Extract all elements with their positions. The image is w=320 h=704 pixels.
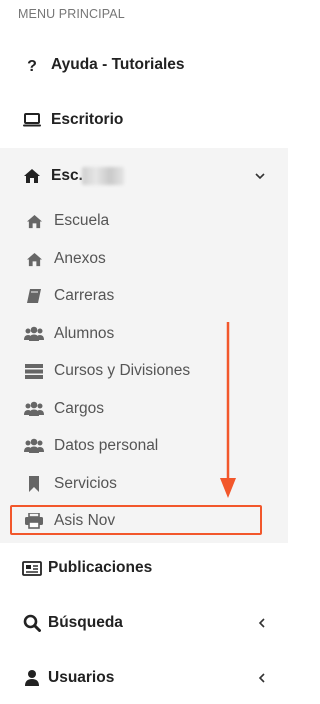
- submenu-item-servicios[interactable]: Servicios: [0, 466, 288, 502]
- nav-item-busqueda[interactable]: Búsqueda: [0, 597, 288, 649]
- question-icon: ?: [21, 55, 43, 75]
- laptop-icon: [21, 110, 43, 130]
- nav-item-label: Publicaciones: [48, 559, 153, 576]
- chevron-left-icon: [258, 672, 266, 684]
- nav-item-usuarios[interactable]: Usuarios: [0, 652, 288, 704]
- submenu-item-label: Escuela: [54, 212, 110, 229]
- annotation-arrow: [220, 322, 236, 498]
- submenu-item-label: Datos personal: [54, 437, 159, 454]
- submenu-item-datos-personal[interactable]: Datos personal: [0, 428, 288, 464]
- submenu-item-carreras[interactable]: Carreras: [0, 278, 288, 314]
- submenu-item-label: Cargos: [54, 400, 104, 417]
- nav-item-label: Búsqueda: [48, 614, 123, 631]
- nav-item-label: Ayuda - Tutoriales: [51, 56, 185, 73]
- submenu-item-alumnos[interactable]: Alumnos: [0, 316, 288, 352]
- chevron-left-icon: [258, 617, 266, 629]
- home-icon: [23, 211, 45, 231]
- svg-text:?: ?: [27, 58, 37, 73]
- nav-item-publicaciones[interactable]: Publicaciones: [0, 542, 288, 594]
- users-icon: [23, 399, 45, 419]
- highlight-box: [10, 505, 262, 535]
- menu-header: MENU PRINCIPAL: [18, 7, 125, 21]
- nav-item-label: Esc.: [51, 167, 83, 184]
- submenu-item-cursos[interactable]: Cursos y Divisiones: [0, 353, 288, 389]
- users-icon: [23, 436, 45, 456]
- server-icon: [23, 361, 45, 381]
- submenu-item-label: Carreras: [54, 287, 115, 304]
- bookmark-icon: [23, 474, 45, 494]
- redacted-school-name: [82, 167, 124, 185]
- home-icon: [23, 249, 45, 269]
- nav-item-label: Escritorio: [51, 111, 124, 128]
- user-icon: [21, 668, 43, 688]
- submenu-item-label: Alumnos: [54, 325, 115, 342]
- nav-item-ayuda[interactable]: ? Ayuda - Tutoriales: [0, 39, 288, 91]
- nav-item-escritorio[interactable]: Escritorio: [0, 94, 288, 146]
- submenu-item-label: Cursos y Divisiones: [54, 362, 191, 379]
- submenu-item-anexos[interactable]: Anexos: [0, 241, 288, 277]
- submenu-item-cargos[interactable]: Cargos: [0, 391, 288, 427]
- chevron-down-icon: [254, 172, 266, 180]
- search-icon: [21, 613, 43, 633]
- submenu-item-label: Servicios: [54, 475, 117, 492]
- home-icon: [21, 166, 43, 186]
- nav-item-label: Usuarios: [48, 669, 115, 686]
- nav-item-esc[interactable]: Esc.: [0, 150, 288, 202]
- submenu-item-label: Anexos: [54, 250, 106, 267]
- submenu-item-escuela[interactable]: Escuela: [0, 203, 288, 239]
- newspaper-icon: [21, 558, 43, 578]
- users-icon: [23, 324, 45, 344]
- book-icon: [23, 286, 45, 306]
